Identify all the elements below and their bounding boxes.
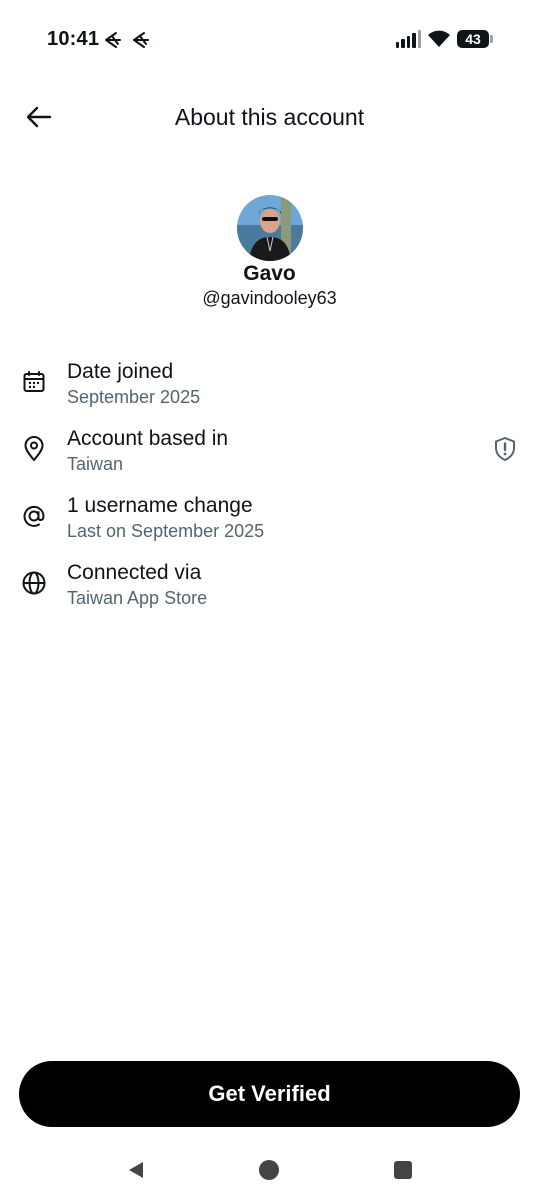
wifi-icon xyxy=(428,30,450,47)
account-info-list: Date joined September 2025 Account based… xyxy=(0,356,539,624)
handle: @gavindooley63 xyxy=(202,288,337,308)
display-name: Gavo xyxy=(243,262,296,285)
row-subtitle: September 2025 xyxy=(67,387,201,407)
location-pin-icon xyxy=(20,435,48,463)
system-nav-bar xyxy=(0,1150,539,1190)
row-subtitle: Taiwan App Store xyxy=(67,588,208,608)
at-sign-icon xyxy=(20,502,48,530)
system-icons: 43 xyxy=(395,29,493,49)
list-item-connected-via: Connected via Taiwan App Store xyxy=(0,557,539,624)
list-item-username-change: 1 username change Last on September 2025 xyxy=(0,490,539,557)
notification-icon xyxy=(133,32,149,48)
recents-square-icon[interactable] xyxy=(391,1158,415,1182)
calendar-icon xyxy=(20,368,48,396)
list-item-account-based-in: Account based in Taiwan xyxy=(0,423,539,490)
signal-icon xyxy=(395,30,421,48)
row-title: Date joined xyxy=(67,360,174,383)
avatar-image xyxy=(237,195,303,261)
row-subtitle: Taiwan xyxy=(67,454,124,474)
globe-icon xyxy=(20,569,48,597)
home-circle-icon[interactable] xyxy=(257,1158,281,1182)
back-triangle-icon[interactable] xyxy=(124,1158,148,1182)
row-title: 1 username change xyxy=(67,494,253,517)
row-title: Account based in xyxy=(67,427,229,450)
notification-icons xyxy=(104,30,154,50)
battery-icon: 43 xyxy=(457,30,493,48)
page-title: About this account xyxy=(174,104,365,130)
shield-alert-icon[interactable] xyxy=(491,435,519,463)
row-subtitle: Last on September 2025 xyxy=(67,521,265,541)
list-item-date-joined: Date joined September 2025 xyxy=(0,356,539,423)
row-title: Connected via xyxy=(67,561,202,584)
header: About this account xyxy=(0,88,539,148)
status-bar: 10:41 43 xyxy=(0,0,539,80)
notification-icon xyxy=(105,32,121,48)
battery-level: 43 xyxy=(457,30,489,48)
avatar[interactable] xyxy=(237,195,303,261)
status-time: 10:41 xyxy=(47,28,100,50)
get-verified-button[interactable]: Get Verified xyxy=(19,1061,520,1127)
